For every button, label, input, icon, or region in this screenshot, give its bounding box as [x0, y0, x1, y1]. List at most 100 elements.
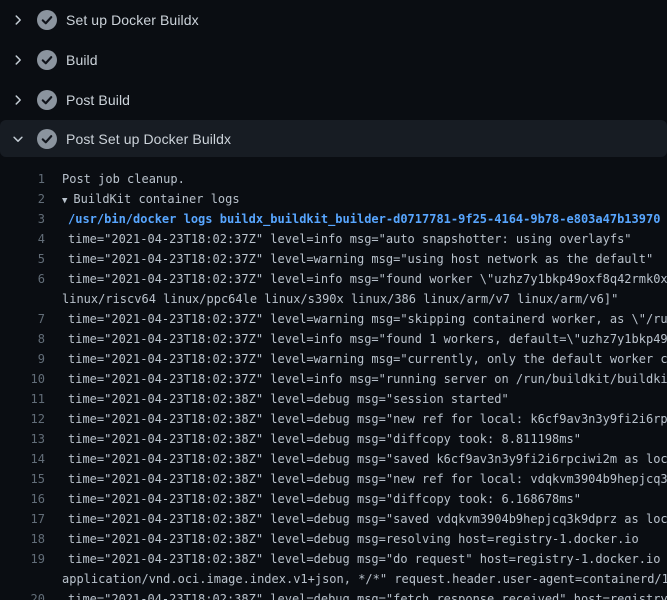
log-line: 19 ▼time="2021-04-23T18:02:38Z" level=de… [0, 549, 667, 569]
log-line-number[interactable]: 17 [0, 509, 45, 529]
log-line-cell: ▼time="2021-04-23T18:02:38Z" level=debug… [45, 449, 667, 469]
log-line-text: time="2021-04-23T18:02:37Z" level=info m… [68, 332, 667, 346]
log-line-cell: ▼time="2021-04-23T18:02:38Z" level=debug… [45, 549, 667, 569]
log-line-cell: ▼ BuildKit container logs [45, 189, 667, 209]
log-line-cell: ▼time="2021-04-23T18:02:37Z" level=info … [45, 369, 667, 389]
log-line-cell: ▼time="2021-04-23T18:02:38Z" level=debug… [45, 429, 667, 449]
log-line-cell: ▼time="2021-04-23T18:02:38Z" level=debug… [45, 409, 667, 429]
log-line-number[interactable]: 3 [0, 209, 45, 229]
log-line: 3 ▼/usr/bin/docker logs buildx_buildkit_… [0, 209, 667, 229]
log-line-text: time="2021-04-23T18:02:38Z" level=debug … [68, 432, 581, 446]
log-line: ▼application/vnd.oci.image.index.v1+json… [0, 569, 667, 589]
log-line-number[interactable]: 1 [0, 169, 45, 189]
log-line: ▼linux/riscv64 linux/ppc64le linux/s390x… [0, 289, 667, 309]
log-line-number[interactable]: 14 [0, 449, 45, 469]
log-line-cell: ▼time="2021-04-23T18:02:37Z" level=info … [45, 329, 667, 349]
log-line: 11 ▼time="2021-04-23T18:02:38Z" level=de… [0, 389, 667, 409]
log-line-number[interactable]: 4 [0, 229, 45, 249]
log-line-cell: ▼time="2021-04-23T18:02:38Z" level=debug… [45, 389, 667, 409]
steps-list: Set up Docker Buildx Build Post Buil [0, 0, 667, 157]
check-circle-icon [37, 90, 57, 110]
log-line-number[interactable]: 2 [0, 189, 45, 209]
step-label: Set up Docker Buildx [66, 12, 199, 28]
log-line-text: time="2021-04-23T18:02:37Z" level=info m… [68, 232, 632, 246]
log-line: 20 ▼time="2021-04-23T18:02:38Z" level=de… [0, 589, 667, 600]
log-line-cell: ▼Post job cleanup. [45, 169, 667, 189]
log-line-number[interactable]: 13 [0, 429, 45, 449]
log-line-text: BuildKit container logs [73, 192, 239, 206]
check-circle-icon [37, 10, 57, 30]
log-line: 5 ▼time="2021-04-23T18:02:37Z" level=war… [0, 249, 667, 269]
step-label: Post Build [66, 92, 130, 108]
log-line-text: time="2021-04-23T18:02:38Z" level=debug … [68, 492, 581, 506]
log-lines: 1 ▼Post job cleanup. 2 ▼ BuildKit contain… [0, 157, 667, 600]
step-row-1[interactable]: Build [0, 40, 667, 80]
log-line: 2 ▼ BuildKit container logs [0, 189, 667, 209]
log-line-text: Post job cleanup. [62, 172, 185, 186]
log-line-number[interactable] [0, 569, 45, 589]
log-line-text: linux/riscv64 linux/ppc64le linux/s390x … [62, 292, 618, 306]
log-line-text: time="2021-04-23T18:02:37Z" level=warnin… [68, 312, 667, 326]
step-row-0[interactable]: Set up Docker Buildx [0, 0, 667, 40]
chevron-down-icon [11, 132, 25, 146]
log-line-cell: ▼time="2021-04-23T18:02:37Z" level=info … [45, 269, 667, 289]
log-line: 9 ▼time="2021-04-23T18:02:37Z" level=war… [0, 349, 667, 369]
log-line-number[interactable]: 16 [0, 489, 45, 509]
log-line-text: time="2021-04-23T18:02:37Z" level=info m… [68, 272, 667, 286]
log-line-cell: ▼time="2021-04-23T18:02:38Z" level=debug… [45, 529, 667, 549]
log-line-text: time="2021-04-23T18:02:37Z" level=info m… [68, 372, 667, 386]
log-line-text: time="2021-04-23T18:02:38Z" level=debug … [68, 532, 639, 546]
log-line-cell: ▼time="2021-04-23T18:02:37Z" level=warni… [45, 349, 667, 369]
log-line: 17 ▼time="2021-04-23T18:02:38Z" level=de… [0, 509, 667, 529]
log-line-cell: ▼/usr/bin/docker logs buildx_buildkit_bu… [45, 209, 667, 229]
log-line-cell: ▼linux/riscv64 linux/ppc64le linux/s390x… [45, 289, 667, 309]
log-line-number[interactable]: 12 [0, 409, 45, 429]
log-line: 18 ▼time="2021-04-23T18:02:38Z" level=de… [0, 529, 667, 549]
log-line: 10 ▼time="2021-04-23T18:02:37Z" level=in… [0, 369, 667, 389]
log-line-text: time="2021-04-23T18:02:37Z" level=warnin… [68, 252, 653, 266]
log-line-text: time="2021-04-23T18:02:38Z" level=debug … [68, 552, 667, 566]
log-line-text: time="2021-04-23T18:02:38Z" level=debug … [68, 392, 509, 406]
log-line: 12 ▼time="2021-04-23T18:02:38Z" level=de… [0, 409, 667, 429]
log-line: 16 ▼time="2021-04-23T18:02:38Z" level=de… [0, 489, 667, 509]
log-line-number[interactable] [0, 289, 45, 309]
log-line: 13 ▼time="2021-04-23T18:02:38Z" level=de… [0, 429, 667, 449]
log-line-cell: ▼time="2021-04-23T18:02:38Z" level=debug… [45, 589, 667, 600]
check-circle-icon [37, 129, 57, 149]
chevron-right-icon [11, 93, 25, 107]
log-line-text: time="2021-04-23T18:02:38Z" level=debug … [68, 592, 667, 600]
log-line-cell: ▼time="2021-04-23T18:02:37Z" level=warni… [45, 249, 667, 269]
log-line: 4 ▼time="2021-04-23T18:02:37Z" level=inf… [0, 229, 667, 249]
log-line-number[interactable]: 18 [0, 529, 45, 549]
log-line: 1 ▼Post job cleanup. [0, 169, 667, 189]
log-line-number[interactable]: 19 [0, 549, 45, 569]
log-line-number[interactable]: 9 [0, 349, 45, 369]
log-line: 8 ▼time="2021-04-23T18:02:37Z" level=inf… [0, 329, 667, 349]
log-line-cell: ▼application/vnd.oci.image.index.v1+json… [45, 569, 667, 589]
log-line-text: time="2021-04-23T18:02:38Z" level=debug … [68, 472, 667, 486]
log-line-cell: ▼time="2021-04-23T18:02:37Z" level=warni… [45, 309, 667, 329]
step-label: Post Set up Docker Buildx [66, 131, 231, 147]
log-line-number[interactable]: 20 [0, 589, 45, 600]
group-expand-triangle-icon[interactable]: ▼ [62, 196, 67, 206]
log-line-number[interactable]: 11 [0, 389, 45, 409]
actions-log-panel: Set up Docker Buildx Build Post Buil [0, 0, 667, 600]
log-line-number[interactable]: 8 [0, 329, 45, 349]
log-line-text: /usr/bin/docker logs buildx_buildkit_bui… [68, 212, 660, 226]
chevron-right-icon [11, 53, 25, 67]
log-line-number[interactable]: 5 [0, 249, 45, 269]
log-line-cell: ▼time="2021-04-23T18:02:38Z" level=debug… [45, 469, 667, 489]
step-row-3[interactable]: Post Set up Docker Buildx [0, 120, 667, 157]
log-line-cell: ▼time="2021-04-23T18:02:37Z" level=info … [45, 229, 667, 249]
log-line-text: time="2021-04-23T18:02:38Z" level=debug … [68, 412, 667, 426]
log-line-text: time="2021-04-23T18:02:37Z" level=warnin… [68, 352, 667, 366]
log-line-number[interactable]: 10 [0, 369, 45, 389]
log-line-number[interactable]: 7 [0, 309, 45, 329]
log-line-number[interactable]: 15 [0, 469, 45, 489]
log-line-number[interactable]: 6 [0, 269, 45, 289]
log-line-text: time="2021-04-23T18:02:38Z" level=debug … [68, 452, 667, 466]
log-line: 15 ▼time="2021-04-23T18:02:38Z" level=de… [0, 469, 667, 489]
log-line: 14 ▼time="2021-04-23T18:02:38Z" level=de… [0, 449, 667, 469]
log-line-cell: ▼time="2021-04-23T18:02:38Z" level=debug… [45, 509, 667, 529]
step-row-2[interactable]: Post Build [0, 80, 667, 120]
